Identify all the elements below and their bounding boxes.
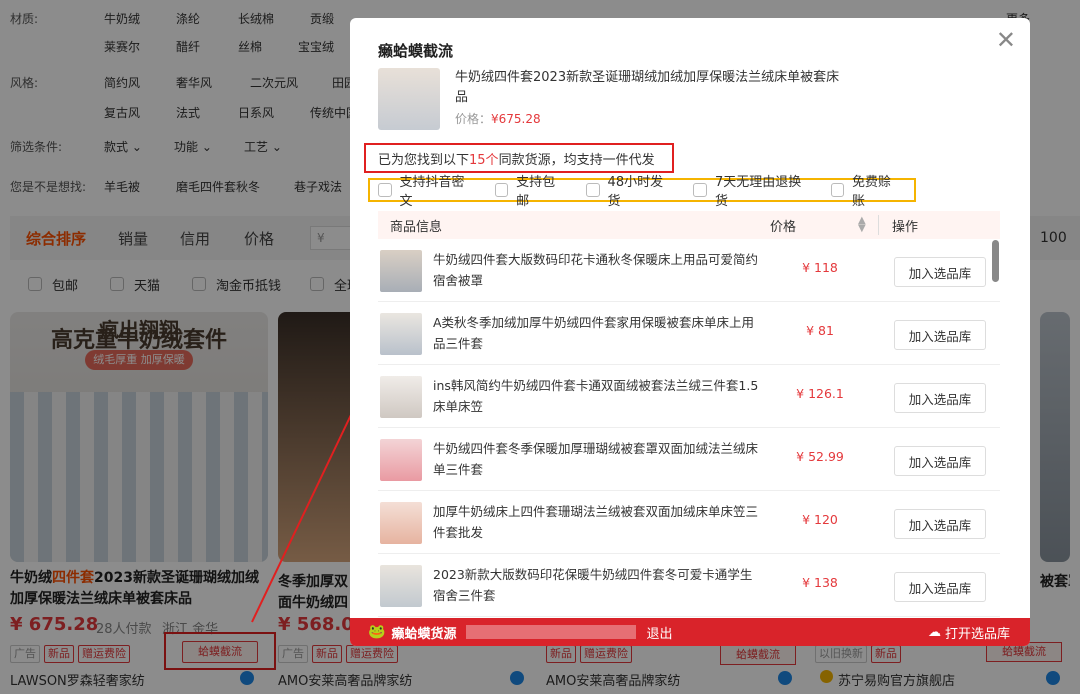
row-thumbnail xyxy=(380,502,422,544)
logout-link[interactable]: 退出 xyxy=(646,623,672,642)
product-price: 价格：¥675.28 xyxy=(455,110,541,127)
option-label: 支持抖音密文 xyxy=(400,171,475,209)
add-to-library-button[interactable]: 加入选品库 xyxy=(894,572,986,602)
row-title[interactable]: ins韩风简约牛奶绒四件套卡通双面绒被套法兰绒三件套1.5床单床笠 xyxy=(433,375,763,417)
source-list: 牛奶绒四件套大版数码印花卡通秋冬保暖床上用品可爱简约宿舍被罩 ¥ 118 加入选… xyxy=(378,239,1000,617)
table-row: 牛奶绒四件套冬季保暖加厚珊瑚绒被套罩双面加绒法兰绒床单三件套 ¥ 52.99 加… xyxy=(378,428,1000,491)
filter-options: 支持抖音密文 支持包邮 48小时发货 7天无理由退换货 免费赊账 xyxy=(368,178,916,202)
row-title[interactable]: 牛奶绒四件套大版数码印花卡通秋冬保暖床上用品可爱简约宿舍被罩 xyxy=(433,249,763,291)
account-mask xyxy=(466,625,636,639)
row-price: ¥ 81 xyxy=(790,323,850,338)
row-price: ¥ 118 xyxy=(790,260,850,275)
found-count: 15个 xyxy=(469,149,499,168)
sort-icon[interactable]: ▲▼ xyxy=(858,217,866,233)
checkbox[interactable] xyxy=(378,183,392,197)
add-to-library-button[interactable]: 加入选品库 xyxy=(894,257,986,287)
option-free-shipping[interactable]: 支持包邮 xyxy=(495,171,566,209)
found-text: 同款货源，均支持一件代发 xyxy=(499,149,655,168)
hamo-cutoff-modal: 癞蛤蟆截流 ✕ 牛奶绒四件套2023新款圣诞珊瑚绒加绒加厚保暖法兰绒床单被套床品… xyxy=(350,18,1030,646)
table-row: 加厚牛奶绒床上四件套珊瑚法兰绒被套双面加绒床单床笠三件套批发 ¥ 120 加入选… xyxy=(378,491,1000,554)
price-value: ¥675.28 xyxy=(491,112,541,126)
divider xyxy=(878,215,879,235)
add-to-library-button[interactable]: 加入选品库 xyxy=(894,446,986,476)
table-row: A类秋冬季加绒加厚牛奶绒四件套家用保暖被套床单床上用品三件套 ¥ 81 加入选品… xyxy=(378,302,1000,365)
scrollbar[interactable] xyxy=(992,240,999,282)
row-price: ¥ 52.99 xyxy=(790,449,850,464)
col-price[interactable]: 价格 xyxy=(770,216,796,235)
option-label: 支持包邮 xyxy=(516,171,566,209)
modal-footer: 🐸 癞蛤蟆货源 退出 ☁ 打开选品库 xyxy=(350,618,1030,646)
table-row: 2023新款大版数码印花保暖牛奶绒四件套冬可爱卡通学生宿舍三件套 ¥ 138 加… xyxy=(378,554,1000,617)
table-row: 牛奶绒四件套大版数码印花卡通秋冬保暖床上用品可爱简约宿舍被罩 ¥ 118 加入选… xyxy=(378,239,1000,302)
modal-title: 癞蛤蟆截流 xyxy=(378,40,453,61)
checkbox[interactable] xyxy=(693,183,707,197)
table-row: ins韩风简约牛奶绒四件套卡通双面绒被套法兰绒三件套1.5床单床笠 ¥ 126.… xyxy=(378,365,1000,428)
checkbox[interactable] xyxy=(495,183,509,197)
close-icon[interactable]: ✕ xyxy=(996,26,1016,54)
product-title: 牛奶绒四件套2023新款圣诞珊瑚绒加绒加厚保暖法兰绒床单被套床品 xyxy=(455,68,845,108)
price-label: 价格： xyxy=(455,112,491,126)
row-title[interactable]: 加厚牛奶绒床上四件套珊瑚法兰绒被套双面加绒床单床笠三件套批发 xyxy=(433,501,763,543)
option-credit[interactable]: 免费赊账 xyxy=(831,171,902,209)
row-thumbnail xyxy=(380,313,422,355)
toad-logo-icon: 🐸 xyxy=(368,624,385,640)
found-text: 已为您找到以下 xyxy=(378,149,469,168)
cloud-icon: ☁ xyxy=(928,625,941,640)
checkbox[interactable] xyxy=(586,183,600,197)
option-douyin[interactable]: 支持抖音密文 xyxy=(378,171,475,209)
checkbox[interactable] xyxy=(831,183,845,197)
row-thumbnail xyxy=(380,376,422,418)
found-sources-notice: 已为您找到以下15个同款货源，均支持一件代发 xyxy=(364,143,674,173)
option-7day-return[interactable]: 7天无理由退换货 xyxy=(693,171,810,209)
open-library-link[interactable]: ☁ 打开选品库 xyxy=(928,623,1010,642)
col-action: 操作 xyxy=(892,216,918,235)
row-price: ¥ 126.1 xyxy=(790,386,850,401)
row-title[interactable]: A类秋冬季加绒加厚牛奶绒四件套家用保暖被套床单床上用品三件套 xyxy=(433,312,763,354)
add-to-library-button[interactable]: 加入选品库 xyxy=(894,509,986,539)
option-48h[interactable]: 48小时发货 xyxy=(586,171,673,209)
row-thumbnail xyxy=(380,565,422,607)
row-thumbnail xyxy=(380,250,422,292)
option-label: 免费赊账 xyxy=(852,171,902,209)
add-to-library-button[interactable]: 加入选品库 xyxy=(894,320,986,350)
row-thumbnail xyxy=(380,439,422,481)
footer-brand: 癞蛤蟆货源 xyxy=(391,623,456,642)
add-to-library-button[interactable]: 加入选品库 xyxy=(894,383,986,413)
option-label: 7天无理由退换货 xyxy=(715,171,811,209)
row-title[interactable]: 牛奶绒四件套冬季保暖加厚珊瑚绒被套罩双面加绒法兰绒床单三件套 xyxy=(433,438,763,480)
row-price: ¥ 138 xyxy=(790,575,850,590)
option-label: 48小时发货 xyxy=(608,171,674,209)
table-header: 商品信息 价格 ▲▼ 操作 xyxy=(378,211,1000,239)
row-title[interactable]: 2023新款大版数码印花保暖牛奶绒四件套冬可爱卡通学生宿舍三件套 xyxy=(433,564,763,606)
product-thumbnail xyxy=(378,68,440,130)
open-library-label: 打开选品库 xyxy=(945,623,1010,642)
col-info: 商品信息 xyxy=(390,216,442,235)
row-price: ¥ 120 xyxy=(790,512,850,527)
